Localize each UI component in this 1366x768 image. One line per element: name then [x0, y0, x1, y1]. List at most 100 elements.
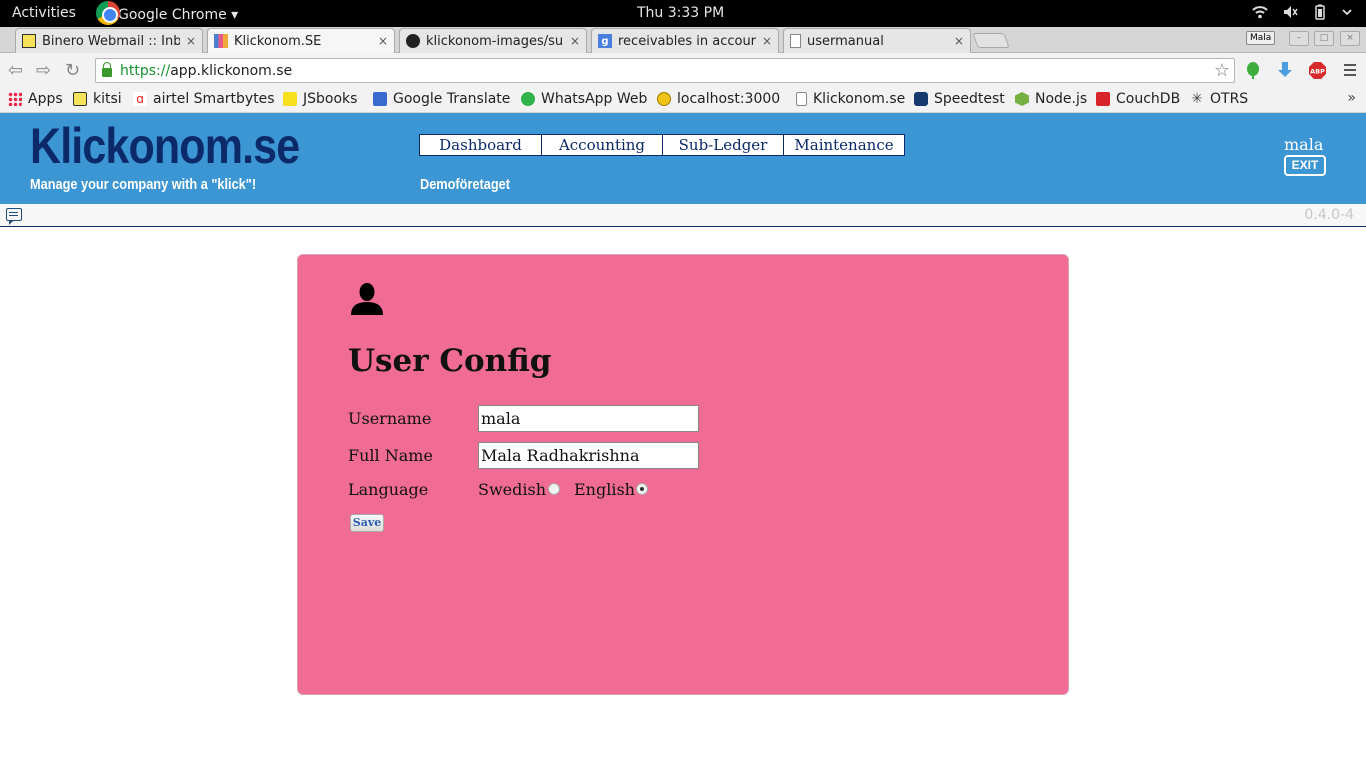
battery-icon — [1315, 4, 1325, 20]
company-name[interactable]: Demoföretaget — [420, 176, 510, 193]
speedtest-icon — [914, 92, 928, 106]
download-extension-icon[interactable] — [1276, 61, 1294, 79]
bookmark-label: kitsi — [93, 91, 122, 107]
address-bar[interactable]: https:// app.klickonom.se ☆ — [95, 58, 1235, 83]
bookmark-airtel[interactable]: ɑ airtel Smartbytes — [133, 91, 275, 107]
fullname-input[interactable] — [478, 442, 699, 469]
bookmark-jsbooks[interactable]: JSbooks — [283, 91, 357, 107]
bookmark-speedtest[interactable]: Speedtest — [914, 91, 1005, 107]
apps-grid-icon — [8, 92, 22, 106]
minimize-button[interactable]: – — [1289, 31, 1309, 46]
close-tab-icon[interactable]: × — [570, 34, 580, 48]
close-tab-icon[interactable]: × — [186, 34, 196, 48]
chrome-menu-icon[interactable] — [1343, 63, 1357, 77]
page-title: User Config — [348, 343, 552, 379]
tab-google-search[interactable]: g receivables in accour × — [591, 28, 779, 53]
username-input[interactable] — [478, 405, 699, 432]
tab-title: receivables in accour — [618, 33, 756, 49]
system-tray[interactable] — [1252, 4, 1352, 20]
tab-strip: Binero Webmail :: Inb × Klickonom.SE × k… — [0, 27, 1366, 53]
nodejs-icon — [1015, 92, 1029, 106]
more-bookmarks-button[interactable]: » — [1347, 90, 1356, 106]
tab-title: Klickonom.SE — [234, 33, 322, 49]
exit-button[interactable]: EXIT — [1284, 155, 1326, 176]
tab-usermanual[interactable]: usermanual × — [783, 28, 971, 53]
back-arrow-icon[interactable]: ⇦ — [8, 60, 23, 81]
close-tab-icon[interactable]: × — [954, 34, 964, 48]
tab-klickonom[interactable]: Klickonom.SE × — [207, 28, 395, 53]
user-icon — [351, 283, 383, 315]
bookmark-label: airtel Smartbytes — [153, 91, 275, 107]
wifi-icon — [1252, 6, 1268, 19]
app-logo[interactable]: Klickonom.se — [30, 117, 300, 175]
bookmark-label: Google Translate — [393, 91, 511, 107]
language-label: Language — [348, 480, 429, 499]
language-option-swedish-label: Swedish — [478, 480, 546, 499]
bookmark-star-icon[interactable]: ☆ — [1214, 60, 1230, 81]
document-icon — [796, 92, 807, 106]
profile-button[interactable]: Mala — [1246, 31, 1276, 45]
localhost-icon — [657, 92, 671, 106]
bookmark-localhost[interactable]: localhost:3000 — [657, 91, 780, 107]
new-tab-button[interactable] — [972, 33, 1010, 48]
app-header: Klickonom.se Manage your company with a … — [0, 113, 1366, 204]
tab-github[interactable]: klickonom-images/su × — [399, 28, 587, 53]
forward-arrow-icon[interactable]: ⇨ — [36, 60, 51, 81]
current-user[interactable]: mala — [1284, 135, 1323, 154]
document-favicon-icon — [790, 34, 801, 48]
close-tab-icon[interactable]: × — [762, 34, 772, 48]
lock-icon — [102, 62, 112, 77]
app-tagline: Manage your company with a "klick"! — [30, 176, 257, 193]
bookmark-kitsi[interactable]: kitsi — [73, 91, 122, 107]
nav-sub-ledger[interactable]: Sub-Ledger — [662, 135, 783, 155]
language-radio-english[interactable] — [636, 483, 648, 495]
reload-icon[interactable]: ↻ — [65, 60, 80, 81]
bookmarks-bar: Apps kitsi ɑ airtel Smartbytes JSbooks G… — [0, 87, 1366, 113]
github-favicon-icon — [406, 34, 420, 48]
bookmark-otrs[interactable]: ✳ OTRS — [1190, 91, 1248, 107]
kitsi-icon — [73, 92, 87, 106]
translate-icon — [373, 92, 387, 106]
chat-icon[interactable] — [6, 208, 22, 225]
power-menu-icon — [1342, 9, 1352, 16]
app-menu[interactable]: Google Chrome ▾ — [96, 1, 239, 25]
system-top-bar: Activities Google Chrome ▾ Thu 3:33 PM — [0, 0, 1366, 27]
activities-button[interactable]: Activities — [12, 5, 76, 21]
evernote-extension-icon[interactable] — [1245, 61, 1261, 79]
nav-accounting[interactable]: Accounting — [541, 135, 662, 155]
user-config-panel: User Config Username Full Name Language … — [297, 254, 1069, 695]
language-option-english-label: English — [574, 480, 635, 499]
bookmark-label: Node.js — [1035, 91, 1088, 107]
airtel-icon: ɑ — [133, 92, 147, 106]
tab-binero-webmail[interactable]: Binero Webmail :: Inb × — [15, 28, 203, 53]
bookmark-label: Klickonom.se — [813, 91, 906, 107]
maximize-button[interactable]: □ — [1314, 31, 1334, 46]
language-radio-swedish[interactable] — [548, 483, 560, 495]
sub-bar: 0.4.0-4 — [0, 204, 1366, 227]
nav-maintenance[interactable]: Maintenance — [783, 135, 904, 155]
klickonom-favicon-icon — [214, 34, 228, 48]
bookmark-klickonom[interactable]: Klickonom.se — [796, 91, 905, 107]
app-menu-label: Google Chrome ▾ — [118, 7, 239, 23]
url-scheme: https:// — [120, 62, 171, 79]
bookmark-couchdb[interactable]: CouchDB — [1096, 91, 1180, 107]
close-tab-icon[interactable]: × — [378, 34, 388, 48]
main-nav: Dashboard Accounting Sub-Ledger Maintena… — [419, 134, 905, 156]
couchdb-icon — [1096, 92, 1110, 106]
bookmark-apps[interactable]: Apps — [8, 91, 63, 107]
close-window-button[interactable]: × — [1340, 31, 1360, 46]
bookmark-label: Speedtest — [934, 91, 1005, 107]
bookmark-label: OTRS — [1210, 91, 1249, 107]
volume-muted-icon — [1284, 6, 1298, 18]
adblock-plus-icon[interactable]: ABP — [1308, 61, 1327, 80]
bookmark-whatsapp[interactable]: WhatsApp Web — [521, 91, 647, 107]
webmail-favicon-icon — [22, 34, 36, 48]
bookmark-google-translate[interactable]: Google Translate — [373, 91, 510, 107]
tab-title: klickonom-images/su — [426, 33, 564, 49]
fullname-label: Full Name — [348, 446, 433, 465]
chrome-logo-icon — [96, 1, 120, 25]
bookmark-nodejs[interactable]: Node.js — [1015, 91, 1087, 107]
save-button[interactable]: Save — [350, 514, 384, 532]
nav-dashboard[interactable]: Dashboard — [420, 135, 541, 155]
clock[interactable]: Thu 3:33 PM — [637, 5, 724, 21]
